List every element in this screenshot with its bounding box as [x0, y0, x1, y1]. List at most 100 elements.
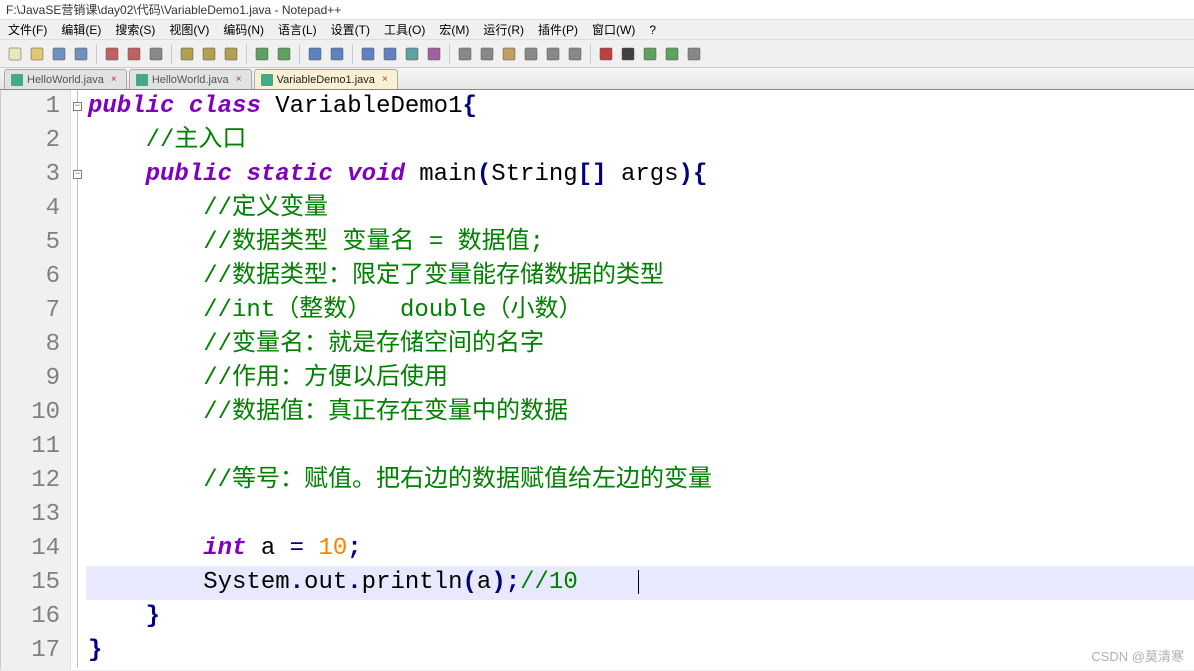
line-number: 6: [1, 260, 60, 294]
close-icon[interactable]: ×: [233, 74, 245, 86]
menu-item[interactable]: 窗口(W): [588, 20, 639, 39]
close-icon[interactable]: [103, 45, 121, 63]
menu-item[interactable]: 语言(L): [274, 20, 321, 39]
copy-icon[interactable]: [200, 45, 218, 63]
new-file-icon[interactable]: [6, 45, 24, 63]
close-all-icon[interactable]: [125, 45, 143, 63]
code-line[interactable]: //等号：赋值。把右边的数据赋值给左边的变量: [86, 464, 1194, 498]
menu-item[interactable]: 编码(N): [219, 20, 268, 39]
code-line[interactable]: //数据类型：限定了变量能存储数据的类型: [86, 260, 1194, 294]
code-line[interactable]: //int（整数） double（小数）: [86, 294, 1194, 328]
save-macro-icon[interactable]: [685, 45, 703, 63]
fold-row: [71, 124, 86, 158]
redo-icon[interactable]: [275, 45, 293, 63]
zoom-in-icon[interactable]: [359, 45, 377, 63]
token-sp: [232, 161, 246, 188]
code-line[interactable]: public class VariableDemo1{: [86, 90, 1194, 124]
token-com: //数据类型：限定了变量能存储数据的类型: [203, 263, 664, 290]
token-com: //主入口: [146, 127, 247, 154]
token-pun: {: [693, 161, 707, 188]
zoom-out-icon[interactable]: [381, 45, 399, 63]
open-file-icon[interactable]: [28, 45, 46, 63]
sync-icon[interactable]: [403, 45, 421, 63]
paste-icon[interactable]: [222, 45, 240, 63]
token-indent: [88, 535, 203, 562]
token-sp: [174, 93, 188, 120]
close-icon[interactable]: ×: [108, 74, 120, 86]
indent-guide-icon[interactable]: [478, 45, 496, 63]
tab-label: VariableDemo1.java: [277, 71, 375, 89]
tab[interactable]: VariableDemo1.java ×: [254, 69, 398, 89]
fold-toggle-icon[interactable]: −: [73, 102, 82, 111]
menu-item[interactable]: 编辑(E): [57, 20, 105, 39]
find-icon[interactable]: [306, 45, 324, 63]
menu-item[interactable]: 工具(O): [380, 20, 429, 39]
word-wrap-icon[interactable]: [425, 45, 443, 63]
tab-label: HelloWorld.java: [27, 71, 104, 89]
code-line[interactable]: }: [86, 600, 1194, 634]
code-line[interactable]: }: [86, 634, 1194, 668]
token-indent: [88, 263, 203, 290]
func-list-icon[interactable]: [544, 45, 562, 63]
fold-column[interactable]: −−: [71, 90, 86, 670]
code-line[interactable]: //变量名：就是存储空间的名字: [86, 328, 1194, 362]
code-line[interactable]: //数据值：真正存在变量中的数据: [86, 396, 1194, 430]
token-com: //数据值：真正存在变量中的数据: [203, 399, 568, 426]
token-pun: {: [462, 93, 476, 120]
code-line[interactable]: public static void main(String[] args){: [86, 158, 1194, 192]
play-multi-icon[interactable]: [663, 45, 681, 63]
menu-item[interactable]: ?: [645, 20, 660, 39]
menu-item[interactable]: 设置(T): [327, 20, 374, 39]
code-line[interactable]: //主入口: [86, 124, 1194, 158]
stop-icon[interactable]: [619, 45, 637, 63]
cut-icon[interactable]: [178, 45, 196, 63]
code-area[interactable]: public class VariableDemo1{ //主入口 public…: [86, 90, 1194, 670]
close-icon[interactable]: ×: [379, 74, 391, 86]
token-sp: [607, 161, 621, 188]
monitor-icon[interactable]: [566, 45, 584, 63]
show-all-icon[interactable]: [456, 45, 474, 63]
fold-row: [71, 328, 86, 362]
record-icon[interactable]: [597, 45, 615, 63]
line-number: 16: [1, 600, 60, 634]
toolbar-separator: [352, 44, 353, 64]
token-cls: System: [203, 569, 289, 596]
menu-item[interactable]: 运行(R): [479, 20, 528, 39]
code-line[interactable]: System.out.println(a);//10: [86, 566, 1194, 600]
toolbar-separator: [590, 44, 591, 64]
token-cls: String: [491, 161, 577, 188]
code-line[interactable]: //定义变量: [86, 192, 1194, 226]
save-all-icon[interactable]: [72, 45, 90, 63]
menu-item[interactable]: 插件(P): [534, 20, 582, 39]
fold-row: [71, 464, 86, 498]
token-kw: void: [347, 161, 405, 188]
code-line[interactable]: //数据类型 变量名 = 数据值;: [86, 226, 1194, 260]
tab[interactable]: HelloWorld.java ×: [4, 69, 127, 89]
code-line[interactable]: [86, 498, 1194, 532]
play-icon[interactable]: [641, 45, 659, 63]
menu-item[interactable]: 视图(V): [165, 20, 213, 39]
code-line[interactable]: [86, 430, 1194, 464]
doc-map-icon[interactable]: [522, 45, 540, 63]
editor[interactable]: 1234567891011121314151617 −− public clas…: [0, 90, 1194, 670]
fold-toggle-icon[interactable]: −: [73, 170, 82, 179]
save-icon[interactable]: [50, 45, 68, 63]
print-icon[interactable]: [147, 45, 165, 63]
line-number-gutter: 1234567891011121314151617: [1, 90, 71, 670]
token-sp: [275, 535, 289, 562]
menu-item[interactable]: 文件(F): [4, 20, 51, 39]
token-kw: public: [88, 93, 174, 120]
token-com: //int（整数） double（小数）: [203, 297, 582, 324]
window-title: F:\JavaSE营销课\day02\代码\VariableDemo1.java…: [6, 3, 341, 17]
replace-icon[interactable]: [328, 45, 346, 63]
undo-icon[interactable]: [253, 45, 271, 63]
token-indent: [88, 161, 146, 188]
folder-icon[interactable]: [500, 45, 518, 63]
tab[interactable]: HelloWorld.java×: [129, 69, 252, 89]
code-line[interactable]: int a = 10;: [86, 532, 1194, 566]
token-pun: ;: [347, 535, 361, 562]
menu-item[interactable]: 搜索(S): [111, 20, 159, 39]
token-pun: }: [146, 603, 160, 630]
code-line[interactable]: //作用：方便以后使用: [86, 362, 1194, 396]
menu-item[interactable]: 宏(M): [435, 20, 473, 39]
